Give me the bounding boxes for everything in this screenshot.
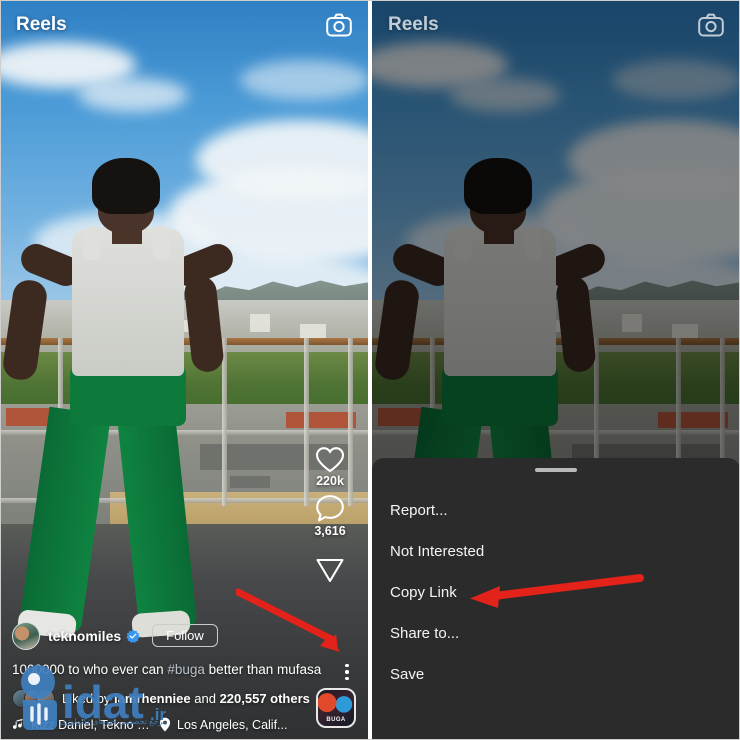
caption-hashtag[interactable]: #buga bbox=[167, 662, 205, 677]
reel-info-overlay: teknomiles Follow 1000000 to who ever ca… bbox=[0, 619, 368, 740]
comment-count: 3,616 bbox=[314, 524, 346, 538]
like-count: 220k bbox=[316, 474, 344, 488]
album-label: BUGA bbox=[326, 717, 346, 723]
action-rail: 220k 3,616 bbox=[302, 446, 358, 590]
caption-row: 1000000 to who ever can #buga better tha… bbox=[12, 661, 356, 680]
liked-username: iamrhenniee bbox=[114, 691, 191, 706]
music-note-icon bbox=[12, 718, 23, 729]
liked-count: 220,557 others bbox=[219, 691, 310, 706]
user-row: teknomiles Follow bbox=[12, 619, 356, 653]
audio-album-thumbnail[interactable]: BUGA bbox=[316, 688, 356, 728]
like-button[interactable]: 220k bbox=[315, 446, 345, 488]
screenshot-root: Reels 220k 3,616 teknomiles Follow 10000… bbox=[0, 0, 740, 740]
camera-icon[interactable] bbox=[698, 13, 724, 37]
menu-item-report[interactable]: Report... bbox=[372, 490, 740, 531]
location-text[interactable]: Los Angeles, Calif... bbox=[177, 718, 287, 732]
audio-location-row: Kizz Daniel, Tekno · Bu Los Angeles, Cal… bbox=[12, 717, 356, 732]
liked-middle: and bbox=[190, 691, 220, 706]
reel-screen-menu-open: Reels Report... Not Interested Copy Link… bbox=[372, 0, 740, 740]
avatar[interactable] bbox=[12, 621, 40, 650]
three-dot-menu-icon[interactable] bbox=[338, 661, 356, 680]
audio-title[interactable]: Kizz Daniel, Tekno · Bu bbox=[31, 718, 151, 732]
liked-by-row: Liked by iamrhenniee and 220,557 others bbox=[12, 689, 356, 708]
liker-avatars bbox=[12, 689, 55, 708]
heart-icon bbox=[315, 447, 345, 473]
comment-button[interactable]: 3,616 bbox=[314, 494, 346, 538]
options-bottom-sheet: Report... Not Interested Copy Link Share… bbox=[372, 458, 740, 740]
reels-top-bar: Reels bbox=[372, 0, 740, 50]
page-title: Reels bbox=[388, 14, 439, 35]
location-pin-icon bbox=[159, 717, 171, 732]
reel-screen-default: Reels 220k 3,616 teknomiles Follow 10000… bbox=[0, 0, 368, 740]
drag-handle[interactable] bbox=[535, 468, 577, 472]
menu-item-share-to[interactable]: Share to... bbox=[372, 613, 740, 654]
username[interactable]: teknomiles bbox=[48, 628, 121, 644]
caption-text[interactable]: 1000000 to who ever can #buga better tha… bbox=[12, 661, 338, 679]
liked-prefix: Liked by bbox=[62, 691, 115, 706]
caption-tail: better than mufasa bbox=[204, 661, 322, 677]
send-icon bbox=[316, 558, 344, 583]
reels-top-bar: Reels bbox=[0, 0, 368, 50]
follow-button[interactable]: Follow bbox=[152, 624, 218, 647]
share-button[interactable] bbox=[315, 556, 345, 584]
menu-item-save[interactable]: Save bbox=[372, 654, 740, 695]
caption-main: 1000000 to who ever can bbox=[12, 661, 168, 677]
page-title: Reels bbox=[16, 14, 67, 35]
options-menu: Report... Not Interested Copy Link Share… bbox=[372, 490, 740, 695]
camera-icon[interactable] bbox=[326, 13, 352, 37]
liked-by-text[interactable]: Liked by iamrhenniee and 220,557 others bbox=[62, 691, 310, 706]
menu-item-not-interested[interactable]: Not Interested bbox=[372, 531, 740, 572]
menu-item-copy-link[interactable]: Copy Link bbox=[372, 572, 740, 613]
verified-badge-icon bbox=[126, 629, 140, 643]
comment-icon bbox=[316, 495, 344, 522]
